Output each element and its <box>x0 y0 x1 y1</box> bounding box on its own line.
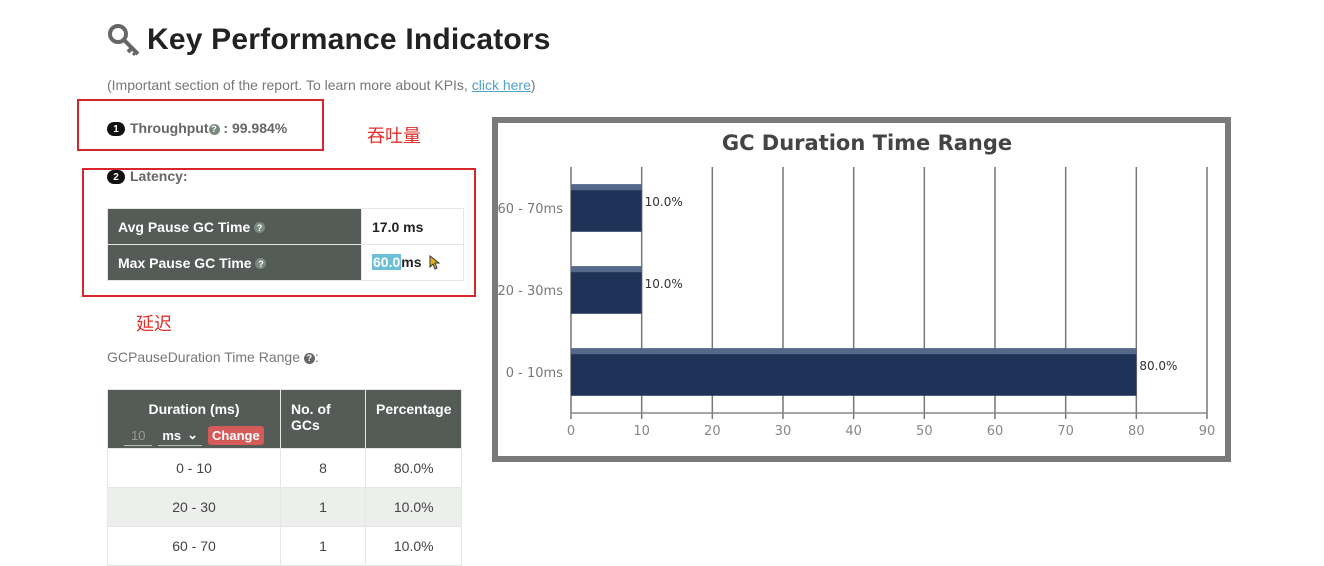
max-pause-label: Max Pause GC Time <box>118 254 252 271</box>
column-header: Duration (ms) <box>148 401 240 417</box>
number-badge: 2 <box>107 170 125 185</box>
table-row: 20 - 30 1 10.0% <box>107 487 463 527</box>
latency-table: Avg Pause GC Time ? 17.0 ms Max Pause GC… <box>107 208 464 281</box>
avg-pause-label: Avg Pause GC Time <box>118 218 251 235</box>
x-tick-label: 80 <box>1128 424 1145 439</box>
chart-bar <box>571 266 642 314</box>
range-label-text: GCPauseDuration Time Range <box>107 349 300 365</box>
x-tick-label: 40 <box>845 424 862 439</box>
table-row: Max Pause GC Time ? 60.0ms <box>107 244 464 281</box>
duration-cell: 0 - 10 <box>107 448 281 488</box>
percentage-cell: 10.0% <box>364 526 463 566</box>
unit-select[interactable]: ms ⌄ <box>158 425 203 446</box>
y-category-label: 0 - 10ms <box>506 366 563 381</box>
duration-cell: 20 - 30 <box>107 487 281 527</box>
throughput-value: : 99.984% <box>219 120 288 136</box>
percentage-header: Percentage <box>364 389 463 449</box>
page-header: Key Performance Indicators <box>107 18 551 62</box>
duration-table: Duration (ms) ms ⌄ Change No. of GCs Perc… <box>107 389 463 566</box>
count-header: No. of GCs <box>280 389 366 449</box>
duration-header: Duration (ms) ms ⌄ Change <box>107 389 281 449</box>
avg-pause-value: 17.0 ms <box>361 208 464 245</box>
unit-select-value: ms <box>162 427 182 443</box>
chevron-down-icon: ⌄ <box>187 427 199 442</box>
help-icon[interactable]: ? <box>255 258 267 270</box>
row-label: Max Pause GC Time ? <box>107 244 362 281</box>
help-icon[interactable]: ? <box>254 222 266 234</box>
y-category-label: 60 - 70ms <box>498 202 563 217</box>
page-title: Key Performance Indicators <box>147 23 551 56</box>
change-button[interactable]: Change <box>208 426 264 445</box>
duration-controls: ms ⌄ Change <box>118 425 270 446</box>
chart-bar-highlight <box>571 184 642 191</box>
table-row: Avg Pause GC Time ? 17.0 ms <box>107 208 464 245</box>
number-badge: 1 <box>107 122 125 137</box>
chart-svg: GC Duration Time Range 0 10 20 30 40 50 60 70 80… <box>498 131 1216 439</box>
intro-suffix: ) <box>530 77 536 93</box>
x-tick-label: 60 <box>987 424 1004 439</box>
chart-bar-highlight <box>571 266 642 273</box>
table-header-row: Duration (ms) ms ⌄ Change No. of GCs Perc… <box>107 389 463 449</box>
x-tick-label: 20 <box>704 424 721 439</box>
x-tick-label: 10 <box>633 424 650 439</box>
gc-duration-chart: GC Duration Time Range 0 10 20 30 40 50 60 70 80… <box>492 117 1231 462</box>
throughput-line: 1 Throughput? : 99.984% <box>107 120 288 137</box>
help-icon[interactable]: ? <box>303 352 315 364</box>
latency-heading: 2 Latency: <box>107 168 188 185</box>
colon: : <box>314 349 319 365</box>
count-cell: 1 <box>280 487 366 527</box>
data-label: 80.0% <box>1139 359 1177 373</box>
x-tick-label: 50 <box>916 424 933 439</box>
count-cell: 8 <box>280 448 366 488</box>
data-label: 10.0% <box>645 195 683 209</box>
x-tick-label: 90 <box>1199 424 1216 439</box>
max-pause-value: 60.0ms <box>361 244 464 281</box>
throughput-label: Throughput <box>130 120 209 136</box>
selected-text: 60.0 <box>372 253 402 270</box>
data-label: 10.0% <box>645 277 683 291</box>
row-label: Avg Pause GC Time ? <box>107 208 362 245</box>
throughput-annotation: 吞吐量 <box>367 126 421 147</box>
chart-bar-highlight <box>571 348 1137 355</box>
table-row: 60 - 70 1 10.0% <box>107 526 463 566</box>
duration-input[interactable] <box>124 425 153 446</box>
chart-title: GC Duration Time Range <box>722 131 1012 155</box>
chart-bar <box>571 184 642 232</box>
x-tick-label: 30 <box>775 424 792 439</box>
latency-annotation: 延迟 <box>136 314 172 335</box>
help-icon[interactable]: ? <box>208 123 220 135</box>
mouse-cursor-icon <box>429 255 441 270</box>
duration-cell: 60 - 70 <box>107 526 281 566</box>
intro-prefix: (Important section of the report. To lea… <box>107 77 472 93</box>
y-category-label: 20 - 30ms <box>498 284 563 299</box>
table-row: 0 - 10 8 80.0% <box>107 448 463 488</box>
latency-label: Latency: <box>130 168 188 184</box>
percentage-cell: 80.0% <box>364 448 463 488</box>
gc-pause-range-label: GCPauseDuration Time Range ?: <box>107 349 319 365</box>
chart-bar <box>571 348 1137 396</box>
kpi-help-link[interactable]: click here <box>472 77 531 93</box>
count-cell: 1 <box>280 526 366 566</box>
intro-text: (Important section of the report. To lea… <box>107 77 536 93</box>
x-tick-label: 70 <box>1057 424 1074 439</box>
unit: ms <box>401 253 422 270</box>
key-icon <box>108 24 140 57</box>
percentage-cell: 10.0% <box>364 487 463 527</box>
x-tick-label: 0 <box>567 424 575 439</box>
